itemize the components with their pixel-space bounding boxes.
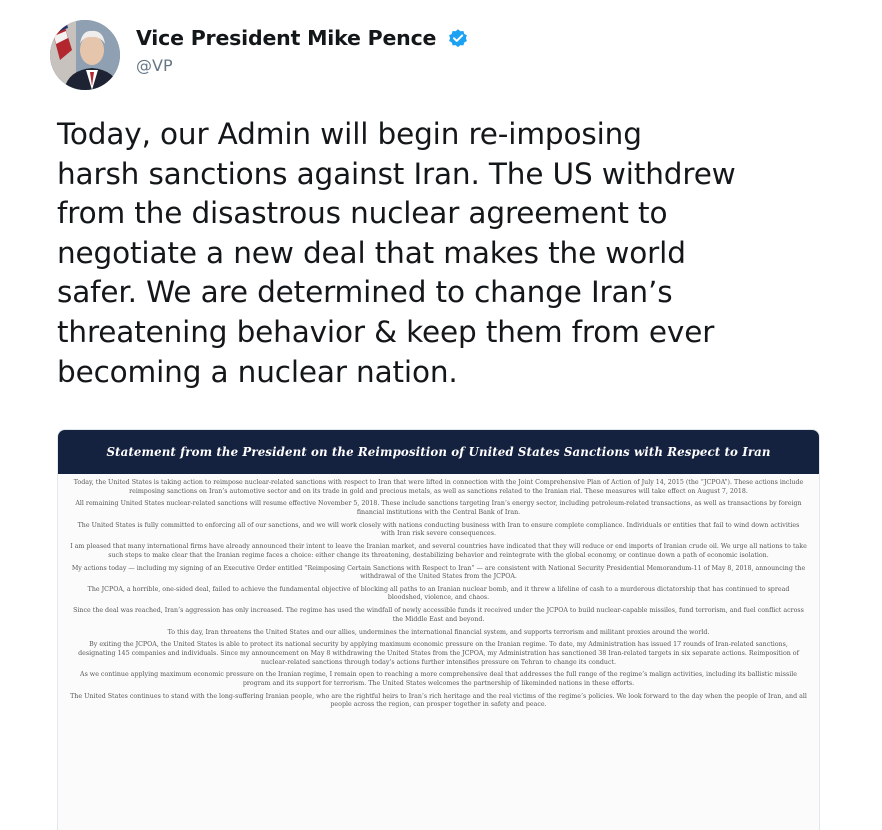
- statement-paragraph: Since the deal was reached, Iran’s aggre…: [73, 607, 804, 623]
- statement-paragraph: Today, the United States is taking actio…: [73, 479, 804, 495]
- tweet-text-line: safer. We are determined to change Iran’…: [57, 275, 673, 310]
- statement-paragraph: The United States is fully committed to …: [77, 521, 800, 538]
- author-handle[interactable]: @VP: [136, 56, 469, 75]
- statement-title: Statement from the President on the Reim…: [58, 430, 819, 474]
- tweet-text-line: harsh sanctions against Iran. The US wit…: [57, 156, 736, 191]
- tweet-text: Today, our Admin will begin re-imposing …: [57, 115, 837, 392]
- profile-photo: [50, 20, 120, 90]
- tweet-text-line: negotiate a new deal that makes the worl…: [57, 235, 686, 270]
- tweet-text-line: threatening behavior & keep them from ev…: [57, 314, 715, 349]
- verified-badge-icon: [447, 27, 469, 49]
- statement-paragraph: My actions today — including my signing …: [71, 564, 806, 581]
- statement-paragraph: The United States continues to stand wit…: [70, 692, 807, 709]
- author-block: Vice President Mike Pence @VP: [136, 26, 469, 75]
- avatar[interactable]: [50, 20, 120, 90]
- statement-paragraph: As we continue applying maximum economic…: [80, 671, 797, 687]
- statement-body: Today, the United States is taking actio…: [58, 474, 819, 710]
- tweet-text-line: from the disastrous nuclear agreement to: [57, 196, 668, 231]
- attached-image[interactable]: Statement from the President on the Reim…: [57, 429, 820, 830]
- statement-paragraph: All remaining United States nuclear-rela…: [75, 500, 802, 516]
- statement-paragraph: The JCPOA, a horrible, one-sided deal, f…: [87, 585, 790, 602]
- tweet-text-line: becoming a nuclear nation.: [57, 354, 458, 389]
- tweet-text-line: Today, our Admin will begin re-imposing: [57, 117, 642, 151]
- tweet-header: Vice President Mike Pence @VP: [50, 20, 850, 96]
- author-display-name[interactable]: Vice President Mike Pence: [136, 26, 436, 50]
- statement-paragraph: To this day, Iran threatens the United S…: [167, 628, 710, 636]
- statement-paragraph: I am pleased that many international fir…: [70, 543, 807, 559]
- statement-paragraph: By exiting the JCPOA, the United States …: [78, 641, 799, 666]
